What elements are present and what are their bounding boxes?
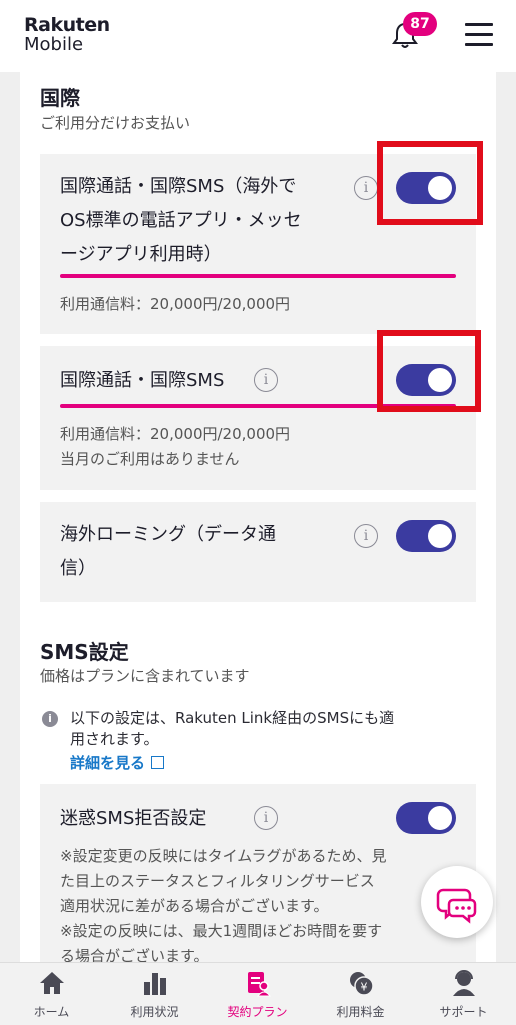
nav-label: ホーム [33, 1005, 70, 1019]
highlight-box [377, 330, 481, 412]
info-icon[interactable]: i [354, 524, 378, 548]
logo-line-1: Rakuten [24, 14, 110, 36]
nav-fees[interactable]: ¥ 利用料金 [309, 963, 412, 1025]
spam-description: ※設定変更の反映にはタイムラグがあるため、見 た目上のステータスとフィルタリング… [60, 847, 387, 962]
info-icon[interactable]: i [354, 176, 378, 200]
sms-note: 以下の設定は、Rakuten Link経由のSMSにも適 用されます。 [70, 709, 395, 748]
card-title: 迷惑SMS拒否設定 [60, 808, 207, 829]
rakuten-mobile-logo[interactable]: Rakuten Mobile [24, 14, 110, 55]
nav-label: 利用料金 [336, 1005, 385, 1019]
info-icon[interactable]: i [254, 368, 278, 392]
card-title: 国際通話・国際SMS（海外で OS標準の電話アプリ・メッセ ージアプリ利用時） [60, 176, 302, 265]
plan-icon [248, 972, 272, 997]
logo-line-2: Mobile [24, 34, 84, 55]
info-filled-icon: i [42, 711, 58, 727]
spam-sms-card: 迷惑SMS拒否設定 i ※設定変更の反映にはタイムラグがあるため、見 た目上のス… [40, 784, 476, 962]
nav-label: 契約プラン [227, 1005, 288, 1019]
nav-label: 利用状況 [130, 1005, 179, 1019]
notification-badge: 87 [403, 12, 437, 36]
roaming-toggle[interactable] [396, 520, 456, 552]
details-link[interactable]: 詳細を見る [70, 752, 165, 773]
sms-section-subtitle: 価格はプランに含まれています [40, 667, 250, 685]
hamburger-menu-icon[interactable] [465, 23, 493, 47]
usage-text: 利用通信料：20,000円/20,000円 [60, 295, 291, 313]
chat-bubble-icon [436, 888, 477, 924]
card-title: 海外ローミング（データ通 信） [60, 524, 276, 579]
international-section-title: 国際 [40, 86, 80, 110]
home-icon [40, 972, 64, 994]
sms-section-title: SMS設定 [40, 640, 129, 664]
nav-support[interactable]: サポート [412, 963, 515, 1025]
support-icon [453, 970, 475, 996]
nav-plan[interactable]: 契約プラン [206, 963, 309, 1025]
card-title: 国際通話・国際SMS [60, 370, 225, 391]
nav-usage[interactable]: 利用状況 [103, 963, 206, 1025]
info-icon[interactable]: i [254, 806, 278, 830]
nav-home[interactable]: ホーム [0, 963, 103, 1025]
usage-text: 利用通信料：20,000円/20,000円 当月のご利用はありません [60, 425, 291, 468]
yen-coin-icon: ¥ [350, 972, 374, 996]
usage-bar [60, 274, 456, 278]
bottom-navigation: ホーム 利用状況 契約プラン ¥ 利用料金 サポート [0, 962, 516, 1025]
bar-chart-icon [144, 973, 166, 995]
highlight-box [377, 141, 483, 225]
international-section-subtitle: ご利用分だけお支払い [40, 114, 191, 132]
svg-text:¥: ¥ [361, 981, 368, 994]
nav-label: サポート [439, 1005, 488, 1019]
chat-button[interactable] [421, 866, 493, 938]
external-link-icon [151, 756, 165, 769]
spam-sms-toggle[interactable] [396, 802, 456, 834]
roaming-card: 海外ローミング（データ通 信） i [40, 502, 476, 602]
app-header: Rakuten Mobile 87 [0, 0, 516, 72]
